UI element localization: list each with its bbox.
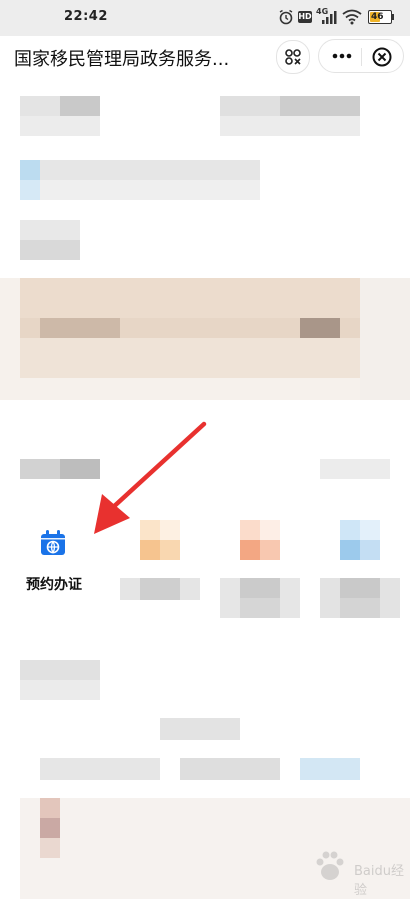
watermark: Baidu经验 xyxy=(294,846,404,898)
status-bar: 22:42 HD 4G 46 xyxy=(0,0,410,36)
capsule-menu xyxy=(318,39,404,73)
blurred-notice-row xyxy=(0,158,410,208)
battery-level: 46 xyxy=(371,12,384,22)
calendar-globe-icon xyxy=(41,530,65,555)
blurred-news-heading xyxy=(0,658,410,704)
blurred-service-tile-3[interactable] xyxy=(220,518,300,622)
blurred-news-item-1 xyxy=(0,716,410,786)
status-icons: HD 4G 46 xyxy=(278,7,396,27)
blurred-banner xyxy=(0,278,410,402)
blurred-section-heading xyxy=(0,218,410,262)
alarm-icon xyxy=(279,9,293,25)
more-icon[interactable] xyxy=(327,46,357,66)
signal-icon xyxy=(322,11,337,24)
mini-program-nav-bar: 国家移民管理局政务服务... xyxy=(0,36,410,80)
watermark-text: Baidu经验 xyxy=(354,864,404,898)
scan-icon xyxy=(285,49,301,65)
close-icon[interactable] xyxy=(371,46,393,68)
blurred-header-block xyxy=(0,86,410,156)
scan-button[interactable] xyxy=(276,40,310,74)
hd-icon: HD xyxy=(298,11,312,23)
capsule-divider xyxy=(361,48,362,66)
wifi-icon xyxy=(342,9,362,25)
page-title: 国家移民管理局政务服务... xyxy=(14,49,230,70)
battery-icon: 46 xyxy=(368,10,394,24)
blurred-service-tile-4[interactable] xyxy=(320,518,400,622)
status-time: 22:42 xyxy=(64,9,108,24)
service-label: 预约办证 xyxy=(26,577,82,593)
annotation-arrow xyxy=(94,421,207,534)
baidu-paw-icon xyxy=(316,851,344,880)
